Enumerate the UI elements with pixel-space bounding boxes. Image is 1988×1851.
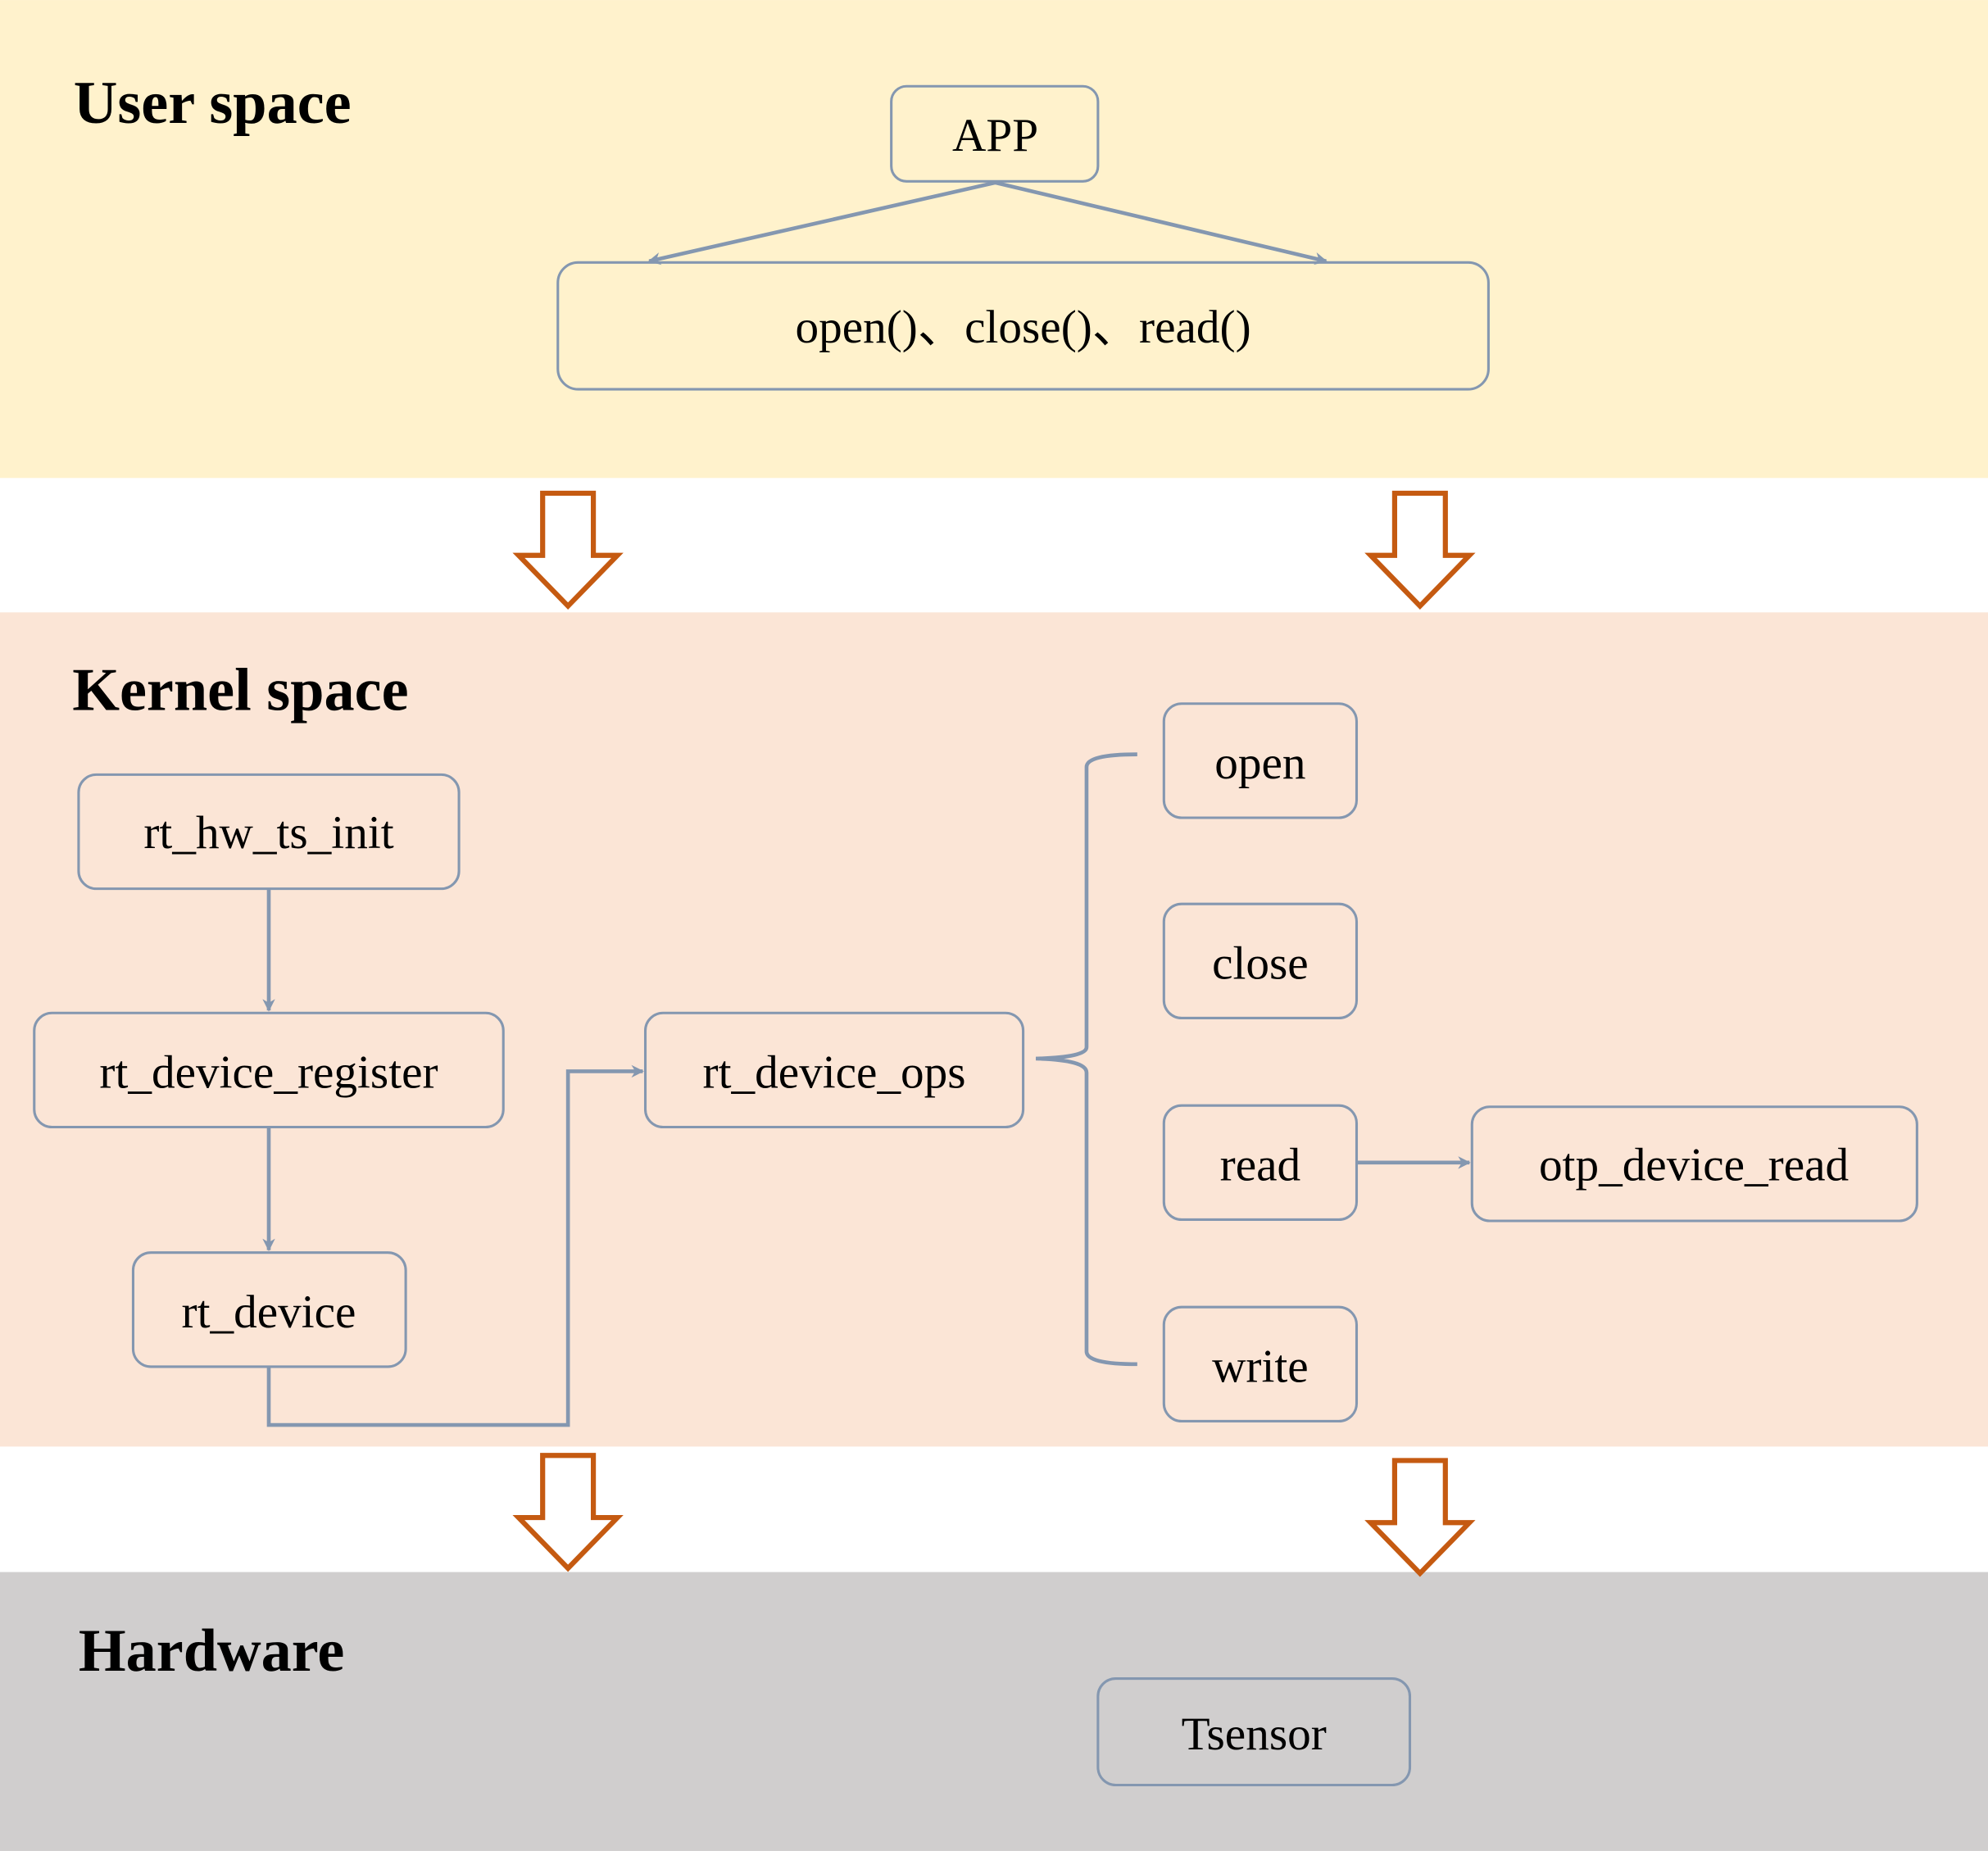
hardware-title: Hardware: [79, 1617, 344, 1685]
node-syscalls-label: open()、close()、read(): [795, 302, 1250, 353]
node-rt-device-ops-label: rt_device_ops: [703, 1047, 966, 1099]
node-tsensor-label: Tsensor: [1182, 1708, 1327, 1760]
node-rt-device-register-label: rt_device_register: [99, 1047, 438, 1099]
node-read-label: read: [1220, 1139, 1300, 1191]
layer-arrow-kernel-to-hardware-right: [1364, 1458, 1476, 1577]
node-rt-device-register[interactable]: rt_device_register: [33, 1011, 505, 1129]
node-rt-device[interactable]: rt_device: [131, 1251, 407, 1368]
node-rt-hw-ts-init[interactable]: rt_hw_ts_init: [77, 773, 461, 891]
node-syscalls[interactable]: open()、close()、read(): [556, 261, 1490, 391]
layer-arrow-kernel-to-hardware-left: [512, 1453, 624, 1572]
node-app[interactable]: APP: [890, 84, 1100, 183]
node-app-label: APP: [952, 110, 1038, 161]
user-space-title: User space: [74, 70, 352, 137]
kernel-space-title: Kernel space: [72, 656, 408, 724]
node-otp-device-read-label: otp_device_read: [1539, 1139, 1849, 1191]
node-tsensor[interactable]: Tsensor: [1096, 1676, 1412, 1787]
layer-arrow-user-to-kernel-left: [512, 490, 624, 610]
hardware-band: [0, 1572, 1988, 1851]
node-open[interactable]: open: [1162, 702, 1359, 819]
node-otp-device-read[interactable]: otp_device_read: [1470, 1105, 1918, 1223]
layer-arrow-user-to-kernel-right: [1364, 490, 1476, 610]
node-open-label: open: [1214, 737, 1305, 789]
layer-diagram: User space Kernel space Hardware APP ope…: [0, 0, 1988, 1851]
node-write[interactable]: write: [1162, 1305, 1359, 1422]
node-rt-device-ops[interactable]: rt_device_ops: [643, 1011, 1025, 1129]
node-close-label: close: [1212, 937, 1309, 989]
node-close[interactable]: close: [1162, 902, 1359, 1019]
node-rt-hw-ts-init-label: rt_hw_ts_init: [143, 807, 393, 859]
node-write-label: write: [1212, 1341, 1309, 1392]
node-rt-device-label: rt_device: [182, 1286, 356, 1338]
node-read[interactable]: read: [1162, 1104, 1359, 1221]
